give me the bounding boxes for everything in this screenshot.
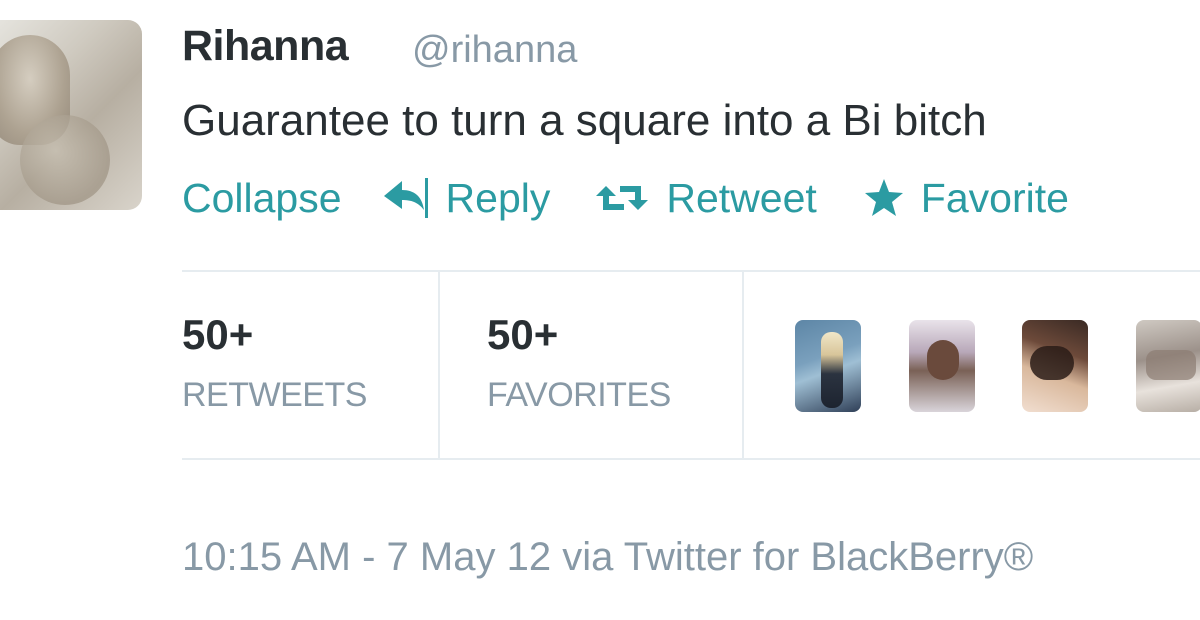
- user-avatar-thumbnail[interactable]: [909, 320, 975, 412]
- retweet-button[interactable]: Retweet: [594, 174, 817, 222]
- user-avatar-thumbnail[interactable]: [1136, 320, 1200, 412]
- retweet-arrows-icon: [594, 178, 650, 218]
- reply-label: Reply: [445, 174, 551, 221]
- author-handle[interactable]: @rihanna: [412, 29, 577, 72]
- tweet-text: Guarantee to turn a square into a Bi bit…: [182, 96, 987, 145]
- favorite-label: Favorite: [920, 174, 1069, 221]
- user-avatar-thumbnail[interactable]: [795, 320, 861, 412]
- stats-separator: [438, 272, 440, 460]
- collapse-label: Collapse: [182, 174, 342, 221]
- star-icon: [863, 177, 905, 219]
- retweets-count: 50+: [182, 311, 254, 358]
- favorites-label: FAVORITES: [487, 376, 671, 414]
- stats-separator: [742, 272, 744, 460]
- author-avatar[interactable]: [0, 20, 142, 210]
- retweets-stat[interactable]: 50+ RETWEETS: [182, 312, 367, 415]
- collapse-link[interactable]: Collapse: [182, 175, 342, 222]
- author-name[interactable]: Rihanna: [182, 22, 349, 71]
- retweets-label: RETWEETS: [182, 376, 367, 414]
- user-avatar-thumbnail[interactable]: [1022, 320, 1088, 412]
- reply-button[interactable]: Reply: [380, 174, 551, 222]
- stats-bottom-divider: [182, 458, 1200, 460]
- favorites-stat[interactable]: 50+ FAVORITES: [487, 312, 671, 415]
- retweet-label: Retweet: [666, 174, 817, 221]
- tweet-actions: Collapse Reply Retweet Favorite: [182, 172, 1069, 224]
- tweet-card: Rihanna @rihanna Guarantee to turn a squ…: [0, 0, 1200, 620]
- reply-arrow-icon: [380, 176, 430, 220]
- favorites-count: 50+: [487, 311, 559, 358]
- tweet-timestamp[interactable]: 10:15 AM - 7 May 12 via Twitter for Blac…: [182, 535, 1033, 580]
- favorite-button[interactable]: Favorite: [863, 175, 1069, 222]
- stats-top-divider: [182, 270, 1200, 272]
